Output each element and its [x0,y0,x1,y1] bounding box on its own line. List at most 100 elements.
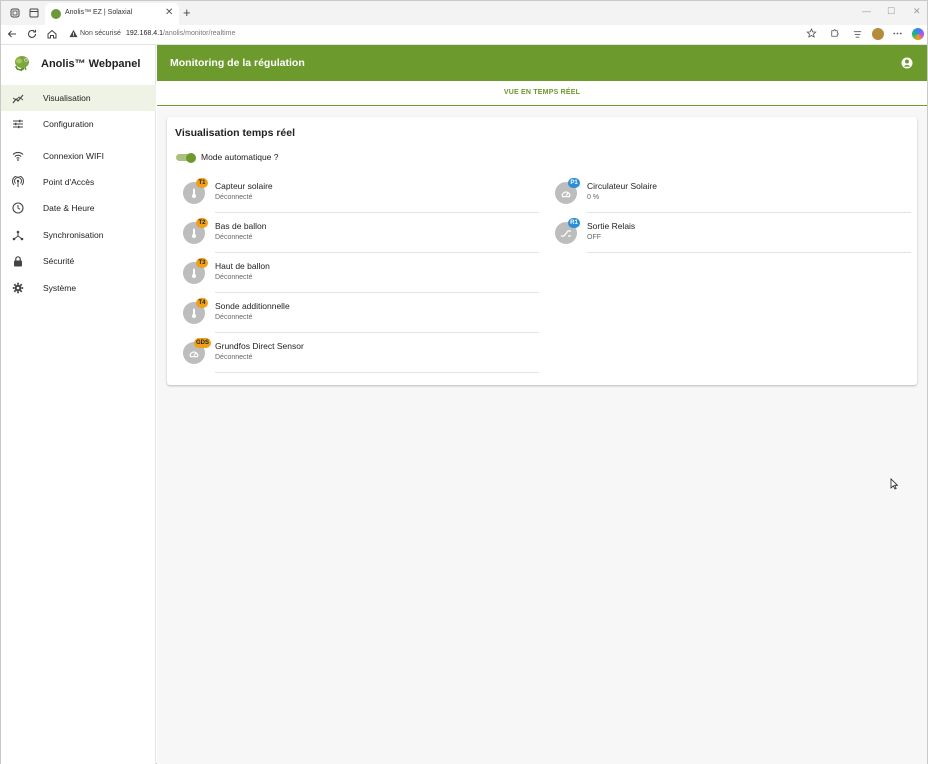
sensor-item-t4[interactable]: T4 Sonde additionnelle Déconnecté [176,297,541,337]
card-title: Visualisation temps réel [175,127,296,139]
more-menu-icon[interactable] [892,28,903,42]
sidebar-item-label: Sécurité [43,256,75,266]
sidebar-item-datetime[interactable]: Date & Heure [1,195,156,221]
subtab-bar: VUE EN TEMPS RÉEL [157,81,927,106]
browser-window: Anolis™ EZ | Solaxial ✕ + — ☐ ✕ Non sécu… [0,0,928,764]
sensor-status: Déconnecté [215,314,253,321]
address-bar: Non sécurisé 192.168.4.1/anolis/monitor/… [1,25,927,45]
sidebar-item-access-point[interactable]: Point d'Accès [1,169,156,195]
sidebar-item-label: Système [43,283,77,293]
tab-realtime[interactable]: VUE EN TEMPS RÉEL [157,81,927,106]
sensor-badge: T2 [196,218,208,228]
sensor-badge: T3 [196,258,208,268]
account-circle-icon[interactable] [901,57,913,69]
access-point-icon [12,176,24,187]
tab-actions-icon[interactable] [28,7,40,19]
home-icon[interactable] [46,28,58,43]
sensor-status: OFF [587,234,601,241]
toggle-knob [186,153,196,163]
divider [587,212,911,213]
mouse-cursor-icon [890,478,898,490]
divider [215,252,539,253]
sensor-name: Capteur solaire [215,181,273,191]
sensor-name: Bas de ballon [215,221,267,231]
sensor-status: Déconnecté [215,354,253,361]
tab-close-icon[interactable]: ✕ [165,7,173,18]
sidebar-item-visualisation[interactable]: Visualisation [1,85,156,111]
sensor-status: Déconnecté [215,274,253,281]
sidebar-item-label: Visualisation [43,93,91,103]
chart-line-icon [12,94,24,104]
divider [215,292,539,293]
sidebar-item-security[interactable]: Sécurité [1,248,156,274]
page-title: Monitoring de la régulation [170,57,305,69]
refresh-icon[interactable] [26,28,38,43]
sidebar-item-sync[interactable]: Synchronisation [1,222,156,248]
tune-sliders-icon [13,119,23,129]
url-path: /anolis/monitor/realtime [162,30,236,37]
sidebar-item-label: Point d'Accès [43,177,95,187]
url-host: 192.168.4.1 [126,30,163,37]
collections-icon[interactable] [852,28,863,42]
sensor-name: Haut de ballon [215,261,270,271]
sensor-badge: R1 [568,218,580,228]
sensor-name: Sortie Relais [587,221,636,231]
sensor-name: Sonde additionnelle [215,301,290,311]
profile-avatar[interactable] [872,28,884,40]
gear-icon [12,282,24,294]
auto-mode-toggle[interactable] [176,153,196,163]
favicon-icon [51,9,61,19]
sidebar-item-system[interactable]: Système [1,275,156,301]
sensor-item-p1[interactable]: P1 Circulateur Solaire 0 % [548,177,913,217]
sensor-status: Déconnecté [215,234,253,241]
copilot-icon[interactable] [912,28,924,40]
url-field[interactable]: 192.168.4.1/anolis/monitor/realtime [126,30,235,37]
sidebar-item-label: Configuration [43,119,94,129]
auto-mode-label: Mode automatique ? [201,152,279,162]
app-header: Monitoring de la régulation [157,45,927,81]
sidebar: Anolis™ Webpanel Visualisation Configura… [1,45,156,764]
sensor-item-t2[interactable]: T2 Bas de ballon Déconnecté [176,217,541,257]
browser-tab[interactable]: Anolis™ EZ | Solaxial ✕ [45,3,179,25]
sensor-badge: T4 [196,298,208,308]
minimize-button[interactable]: — [862,6,871,16]
sidebar-item-configuration[interactable]: Configuration [1,111,156,137]
extensions-icon[interactable] [829,28,840,42]
back-icon[interactable] [6,28,18,43]
app-brand-title: Anolis™ Webpanel [41,58,141,70]
sidebar-item-label: Synchronisation [43,230,104,240]
sync-network-icon [12,230,24,241]
security-label[interactable]: Non sécurisé [80,30,121,37]
close-window-button[interactable]: ✕ [913,6,921,17]
wifi-icon [12,151,24,161]
sensor-item-t1[interactable]: T1 Capteur solaire Déconnecté [176,177,541,217]
workspaces-icon[interactable] [9,7,21,19]
warning-icon[interactable] [69,29,78,40]
divider [587,252,911,253]
sensor-status: Déconnecté [215,194,253,201]
sensor-item-t3[interactable]: T3 Haut de ballon Déconnecté [176,257,541,297]
sensor-badge: P1 [568,178,580,188]
tab-strip: Anolis™ EZ | Solaxial ✕ + — ☐ ✕ [1,1,927,25]
divider [215,212,539,213]
clock-icon [12,202,24,214]
lock-icon [14,256,22,267]
sidebar-item-label: Date & Heure [43,203,95,213]
favorite-star-icon[interactable] [806,28,817,42]
sidebar-item-wifi[interactable]: Connexion WIFI [1,143,156,169]
divider [215,332,539,333]
maximize-button[interactable]: ☐ [887,6,895,17]
main-content: Visualisation temps réel Mode automatiqu… [157,107,927,764]
new-tab-button[interactable]: + [183,5,191,20]
sensor-status: 0 % [587,194,600,201]
sensor-item-gds[interactable]: GDS Grundfos Direct Sensor Déconnecté [176,337,541,377]
tab-title: Anolis™ EZ | Solaxial [65,9,133,16]
realtime-card: Visualisation temps réel Mode automatiqu… [167,117,917,385]
sensor-item-r1[interactable]: R1 Sortie Relais OFF [548,217,913,257]
sensor-name: Circulateur Solaire [587,181,657,191]
sensor-name: Grundfos Direct Sensor [215,341,304,351]
chameleon-logo-icon [15,56,29,72]
sensor-badge: T1 [196,178,208,188]
divider [215,372,539,373]
sidebar-item-label: Connexion WIFI [43,151,104,161]
